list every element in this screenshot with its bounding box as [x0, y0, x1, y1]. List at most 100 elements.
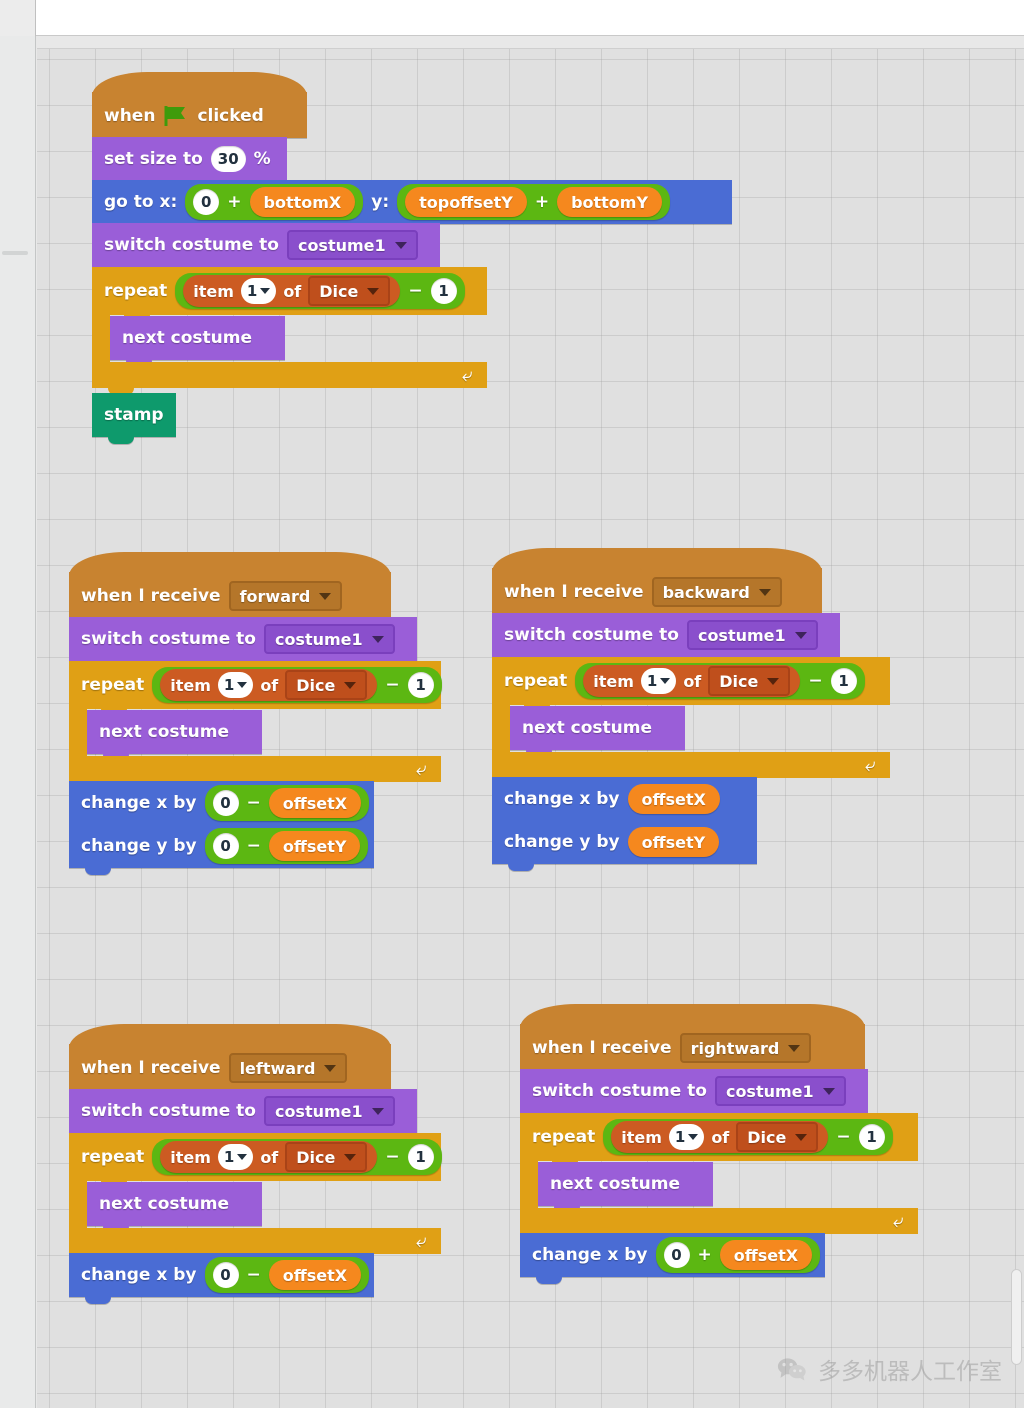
repeat-count-operator[interactable]: item 1 of Dice − 1	[152, 667, 442, 703]
message-dropdown[interactable]: backward	[651, 577, 782, 607]
repeat-block[interactable]: repeat item 1 of Dice − 1 next costume ⤷	[492, 657, 890, 785]
repeat-block[interactable]: repeat item 1 of Dice − 1 next costume ⤷	[92, 267, 732, 395]
x-left-operand-input[interactable]: 0	[193, 189, 220, 215]
variable-bottomy[interactable]: bottomY	[557, 187, 663, 217]
when-i-receive-forward-block[interactable]: when I receive forward	[69, 552, 391, 625]
message-dropdown[interactable]: rightward	[679, 1033, 812, 1063]
list-name-dropdown[interactable]: Dice	[285, 1142, 368, 1172]
script-leftward[interactable]: when I receive leftward switch costume t…	[69, 1024, 442, 1304]
variable-offsety[interactable]: offsetY	[627, 827, 720, 857]
change-y-left-input[interactable]: 0	[212, 833, 239, 859]
y-add-operator[interactable]: topoffsetY + bottomY	[397, 184, 671, 220]
change-x-operator[interactable]: 0 − offsetX	[204, 1257, 370, 1293]
script-backward[interactable]: when I receive backward switch costume t…	[492, 548, 890, 871]
item-index-input[interactable]: 1	[640, 668, 677, 694]
change-x-by-block[interactable]: change x by 0 − offsetX	[69, 781, 374, 832]
repeat-body[interactable]: next costume	[538, 1161, 713, 1213]
change-x-left-input[interactable]: 0	[663, 1242, 690, 1268]
costume-dropdown[interactable]: costume1	[686, 620, 818, 650]
change-x-left-input[interactable]: 0	[212, 790, 239, 816]
when-i-receive-backward-block[interactable]: when I receive backward	[492, 548, 822, 621]
next-costume-block[interactable]: next costume	[510, 706, 685, 757]
repeat-count-operator[interactable]: item 1 of Dice − 1	[152, 1139, 442, 1175]
item-of-list-reporter[interactable]: item 1 of Dice	[160, 669, 378, 701]
change-x-by-block[interactable]: change x by 0 − offsetX	[69, 1253, 374, 1304]
list-name-dropdown[interactable]: Dice	[285, 670, 368, 700]
stamp-block[interactable]: stamp	[92, 393, 176, 444]
item-of-list-reporter[interactable]: item 1 of Dice	[160, 1141, 378, 1173]
go-to-xy-block[interactable]: go to x: 0 + bottomX y: topoffsetY + bot…	[92, 180, 732, 231]
when-i-receive-rightward-block[interactable]: when I receive rightward	[520, 1004, 865, 1077]
next-costume-block[interactable]: next costume	[538, 1162, 713, 1213]
variable-topoffsety[interactable]: topoffsetY	[405, 187, 527, 217]
repeat-header[interactable]: repeat item 1 of Dice − 1	[69, 661, 442, 716]
change-x-left-input[interactable]: 0	[212, 1262, 239, 1288]
message-dropdown[interactable]: leftward	[228, 1053, 348, 1083]
costume-dropdown[interactable]: costume1	[714, 1076, 846, 1106]
list-name-dropdown[interactable]: Dice	[736, 1122, 819, 1152]
change-y-by-block[interactable]: change y by 0 − offsetY	[69, 824, 374, 875]
repeat-body[interactable]: next costume	[110, 315, 285, 367]
repeat-operand-input[interactable]: 1	[830, 668, 857, 694]
variable-offsetx[interactable]: offsetX	[268, 788, 362, 818]
change-x-operator[interactable]: 0 + offsetX	[655, 1237, 821, 1273]
item-index-input[interactable]: 1	[240, 278, 277, 304]
vertical-scrollbar[interactable]	[1011, 1269, 1022, 1365]
message-dropdown[interactable]: forward	[228, 581, 343, 611]
repeat-operand-input[interactable]: 1	[407, 1144, 434, 1170]
item-index-input[interactable]: 1	[217, 672, 254, 698]
repeat-block[interactable]: repeat item 1 of Dice − 1 next costume ⤷	[69, 1133, 442, 1261]
variable-offsetx[interactable]: offsetX	[719, 1240, 813, 1270]
variable-bottomx[interactable]: bottomX	[249, 187, 356, 217]
scripts-canvas[interactable]: when clicked set size to 30 % go to x: 0…	[37, 48, 1024, 1408]
costume-dropdown[interactable]: costume1	[263, 1096, 395, 1126]
script-rightward[interactable]: when I receive rightward switch costume …	[520, 1004, 918, 1284]
size-value-input[interactable]: 30	[210, 146, 246, 172]
next-costume-block[interactable]: next costume	[110, 316, 285, 367]
repeat-header[interactable]: repeat item 1 of Dice − 1	[69, 1133, 442, 1188]
switch-costume-block[interactable]: switch costume to costume1	[69, 1089, 417, 1140]
variable-offsetx[interactable]: offsetX	[268, 1260, 362, 1290]
repeat-operand-input[interactable]: 1	[407, 672, 434, 698]
repeat-body[interactable]: next costume	[87, 1181, 262, 1233]
switch-costume-block[interactable]: switch costume to costume1	[69, 617, 417, 668]
variable-offsety[interactable]: offsetY	[268, 831, 361, 861]
costume-dropdown[interactable]: costume1	[286, 230, 418, 260]
x-add-operator[interactable]: 0 + bottomX	[185, 184, 364, 220]
switch-costume-block[interactable]: switch costume to costume1	[92, 223, 440, 274]
change-y-by-block[interactable]: change y by offsetY	[492, 820, 757, 871]
costume-dropdown[interactable]: costume1	[263, 624, 395, 654]
item-of-list-reporter[interactable]: item 1 of Dice	[611, 1121, 829, 1153]
next-costume-block[interactable]: next costume	[87, 710, 262, 761]
repeat-header[interactable]: repeat item 1 of Dice − 1	[492, 657, 890, 712]
item-of-list-reporter[interactable]: item 1 of Dice	[183, 275, 401, 307]
item-index-input[interactable]: 1	[668, 1124, 705, 1150]
repeat-count-operator[interactable]: item 1 of Dice − 1	[175, 273, 465, 309]
next-costume-block[interactable]: next costume	[87, 1182, 262, 1233]
change-x-operator[interactable]: 0 − offsetX	[204, 785, 370, 821]
change-y-operator[interactable]: 0 − offsetY	[204, 828, 369, 864]
item-index-input[interactable]: 1	[217, 1144, 254, 1170]
switch-costume-block[interactable]: switch costume to costume1	[520, 1069, 868, 1120]
change-x-by-block[interactable]: change x by 0 + offsetX	[520, 1233, 825, 1284]
switch-costume-block[interactable]: switch costume to costume1	[492, 613, 840, 664]
repeat-operand-input[interactable]: 1	[858, 1124, 885, 1150]
when-i-receive-leftward-block[interactable]: when I receive leftward	[69, 1024, 391, 1097]
list-name-dropdown[interactable]: Dice	[708, 666, 791, 696]
when-green-flag-clicked-block[interactable]: when clicked	[92, 72, 307, 145]
repeat-header[interactable]: repeat item 1 of Dice − 1	[520, 1113, 918, 1168]
repeat-operand-input[interactable]: 1	[430, 278, 457, 304]
repeat-block[interactable]: repeat item 1 of Dice − 1 next costume ⤷	[520, 1113, 918, 1241]
tab-strip-corner[interactable]: S	[0, 0, 36, 36]
set-size-to-block[interactable]: set size to 30 %	[92, 137, 287, 188]
repeat-body[interactable]: next costume	[87, 709, 262, 761]
script-forward[interactable]: when I receive forward switch costume to…	[69, 552, 442, 875]
repeat-count-operator[interactable]: item 1 of Dice − 1	[575, 663, 865, 699]
script-green-flag[interactable]: when clicked set size to 30 % go to x: 0…	[92, 72, 732, 444]
repeat-body[interactable]: next costume	[510, 705, 685, 757]
change-x-by-block[interactable]: change x by offsetX	[492, 777, 757, 828]
variable-offsetx[interactable]: offsetX	[627, 784, 720, 814]
item-of-list-reporter[interactable]: item 1 of Dice	[583, 665, 801, 697]
list-name-dropdown[interactable]: Dice	[308, 276, 391, 306]
repeat-count-operator[interactable]: item 1 of Dice − 1	[603, 1119, 893, 1155]
